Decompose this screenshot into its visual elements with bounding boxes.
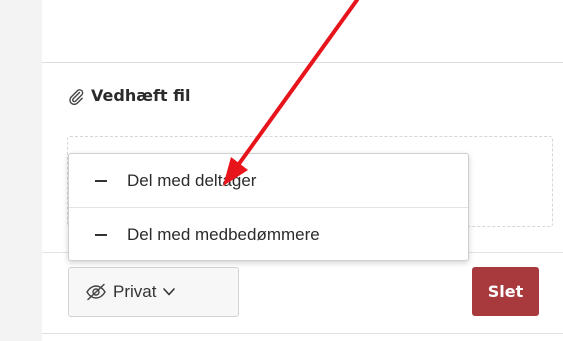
panel-bottom-border <box>42 333 563 334</box>
eye-slash-icon <box>85 283 107 301</box>
dash-icon <box>95 233 107 236</box>
menu-item-label: Del med deltager <box>127 170 257 190</box>
attach-file-label: Vedhæft fil <box>91 86 191 105</box>
privacy-label: Privat <box>113 282 157 301</box>
privacy-dropdown-button[interactable]: Privat <box>68 267 239 317</box>
menu-item-label: Del med medbedømmere <box>127 224 320 244</box>
delete-label: Slet <box>487 282 524 301</box>
share-dropdown-menu: Del med deltager Del med medbedømmere <box>68 153 469 261</box>
panel-top-section <box>42 0 563 63</box>
screenshot-stage: Vedhæft fil Privat Slet Del med deltager <box>0 0 563 341</box>
delete-button[interactable]: Slet <box>472 267 539 316</box>
chevron-down-icon <box>162 287 176 297</box>
left-sidebar-strip <box>0 0 42 341</box>
menu-item-share-with-participant[interactable]: Del med deltager <box>69 154 468 208</box>
dash-icon <box>95 179 107 182</box>
menu-item-share-with-coassessors[interactable]: Del med medbedømmere <box>69 208 468 261</box>
attach-file-heading[interactable]: Vedhæft fil <box>67 86 191 105</box>
paperclip-icon <box>67 87 85 105</box>
